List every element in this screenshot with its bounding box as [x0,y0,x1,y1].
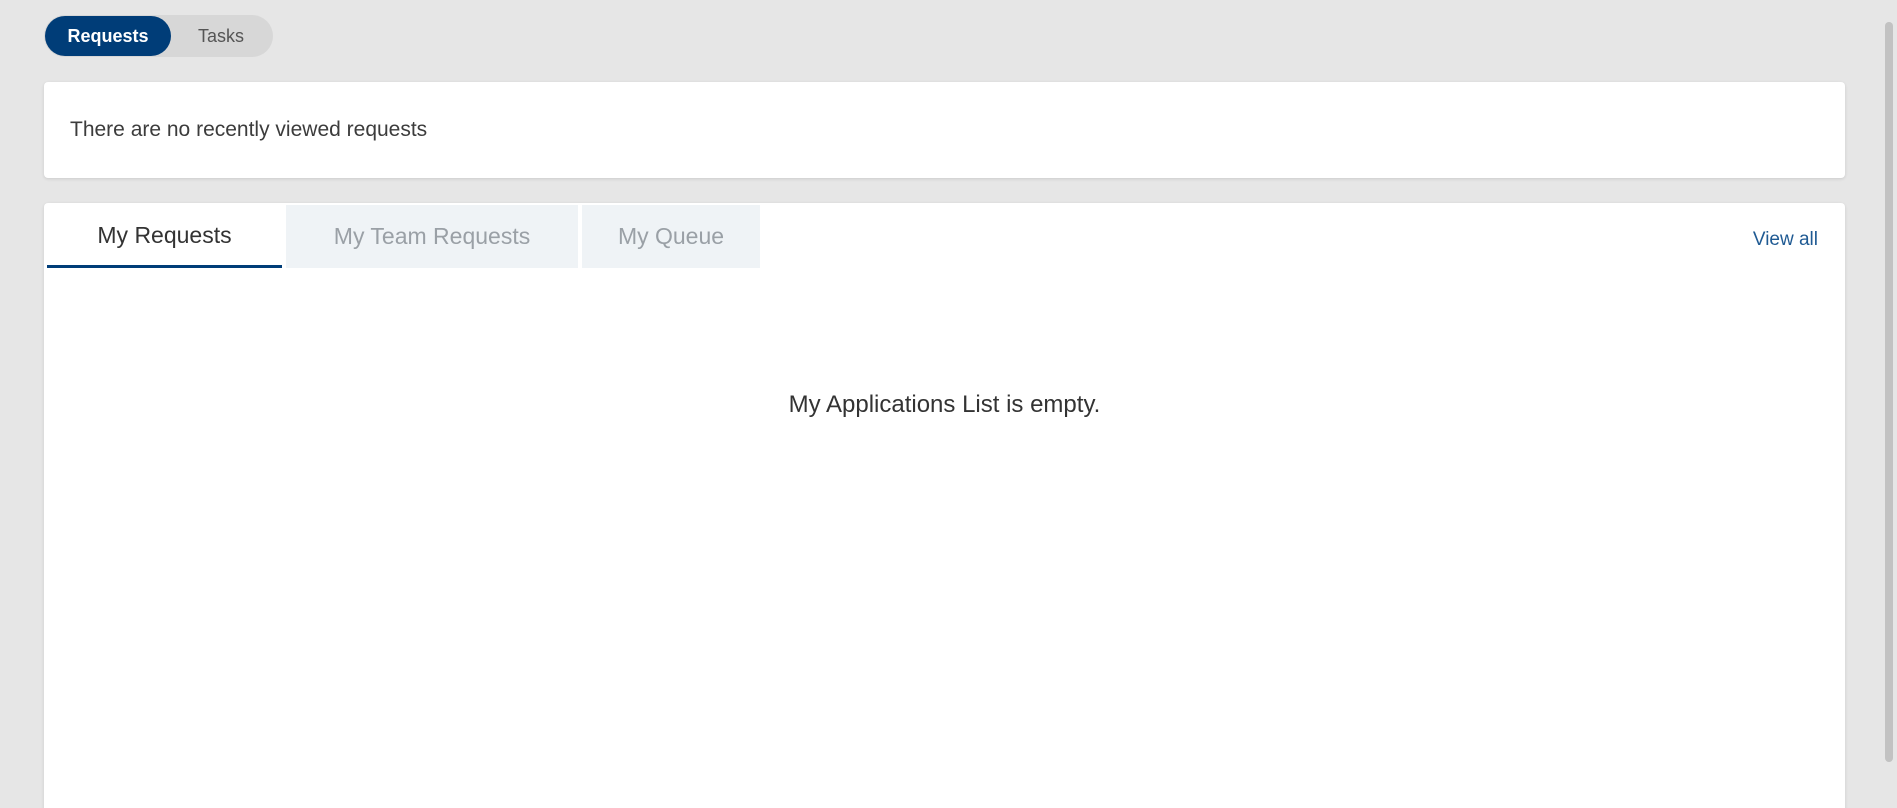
tab-my-requests[interactable]: My Requests [47,205,282,268]
tab-my-queue[interactable]: My Queue [582,205,760,268]
vertical-scrollbar[interactable] [1880,0,1897,808]
recently-viewed-card: There are no recently viewed requests [44,82,1845,178]
requests-tabs: My Requests My Team Requests My Queue [47,205,760,269]
tasks-toggle-button[interactable]: Tasks [171,16,271,56]
requests-toggle-button[interactable]: Requests [45,16,171,56]
requests-panel: My Requests My Team Requests My Queue Vi… [44,203,1845,808]
page: Requests Tasks There are no recently vie… [0,0,1897,808]
recently-viewed-empty-message: There are no recently viewed requests [70,118,428,141]
view-toggle: Requests Tasks [44,15,273,57]
view-all-link[interactable]: View all [1753,229,1818,251]
scrollbar-thumb[interactable] [1885,22,1893,762]
empty-list-message: My Applications List is empty. [788,391,1101,418]
tab-my-team-requests[interactable]: My Team Requests [286,205,578,268]
